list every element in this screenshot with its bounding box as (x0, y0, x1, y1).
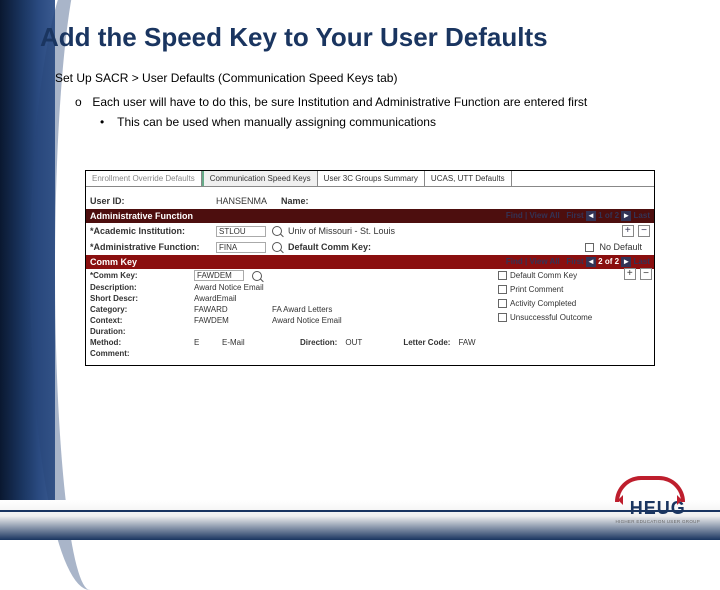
scroll-nav-2: Find | View All First ◄ 2 of 2 ► Last (506, 257, 650, 267)
no-default-checkbox[interactable] (585, 243, 594, 252)
bullet-marker: • (100, 115, 114, 129)
viewall-link[interactable]: View All (529, 257, 559, 266)
comm-key-label: *Comm Key: (90, 271, 186, 280)
record-position: 2 of 2 (598, 257, 619, 266)
logo-subtitle: HIGHER EDUCATION USER GROUP (615, 519, 700, 524)
viewall-link[interactable]: View All (529, 211, 559, 220)
find-link[interactable]: Find (506, 257, 523, 266)
prev-icon[interactable]: ◄ (586, 211, 596, 221)
admin-function-bar: Administrative Function (90, 211, 193, 221)
bullet-level-2: • This can be used when manually assigni… (100, 115, 720, 129)
admin-function-input[interactable]: FINA (216, 242, 266, 253)
delete-row-button[interactable]: − (638, 225, 650, 237)
unsuccessful-outcome-checkbox[interactable] (498, 313, 507, 322)
add-row-button[interactable]: + (624, 268, 636, 280)
letter-code-label: Letter Code: (403, 338, 450, 347)
description-value: Award Notice Email (194, 283, 264, 292)
prev-icon[interactable]: ◄ (586, 257, 596, 267)
short-descr-value: AwardEmail (194, 294, 264, 303)
context-desc: Award Notice Email (272, 316, 342, 325)
tab-strip: Enrollment Override Defaults Communicati… (86, 171, 654, 187)
find-link[interactable]: Find (506, 211, 523, 220)
last-link[interactable]: Last (634, 211, 650, 220)
tab-user-3c-groups[interactable]: User 3C Groups Summary (318, 171, 425, 186)
tab-comm-speed-keys[interactable]: Communication Speed Keys (202, 171, 318, 186)
heug-logo: HEUG HIGHER EDUCATION USER GROUP (615, 476, 700, 524)
letter-code-value: FAW (458, 338, 475, 347)
scroll-nav-1: Find | View All First ◄ 1 of 2 ► Last (506, 211, 650, 221)
bullet-level-1: o Each user will have to do this, be sur… (75, 95, 720, 109)
logo-arc-icon (615, 476, 685, 502)
academic-institution-desc: Univ of Missouri - St. Louis (288, 226, 395, 236)
next-icon[interactable]: ► (621, 211, 631, 221)
category-label: Category: (90, 305, 186, 314)
method-label: Method: (90, 338, 186, 347)
direction-value: OUT (345, 338, 375, 347)
academic-institution-label: *Academic Institution: (90, 226, 210, 236)
lookup-icon[interactable] (252, 271, 262, 281)
user-id-value: HANSENMA (216, 196, 267, 206)
short-descr-label: Short Descr: (90, 294, 186, 303)
app-screenshot: Enrollment Override Defaults Communicati… (85, 170, 655, 366)
print-comment-checkbox[interactable] (498, 285, 507, 294)
method-code: E (194, 338, 214, 347)
next-icon[interactable]: ► (621, 257, 631, 267)
comm-key-bar: Comm Key (90, 257, 137, 267)
description-label: Description: (90, 283, 186, 292)
add-row-button[interactable]: + (622, 225, 634, 237)
checkbox-group: Default Comm Key Print Comment Activity … (498, 269, 648, 281)
activity-completed-checkbox[interactable] (498, 299, 507, 308)
academic-institution-input[interactable]: STLOU (216, 226, 266, 237)
lookup-icon[interactable] (272, 226, 282, 236)
tab-enrollment-override[interactable]: Enrollment Override Defaults (86, 171, 202, 186)
delete-row-button[interactable]: − (640, 268, 652, 280)
slide-title: Add the Speed Key to Your User Defaults (0, 0, 720, 53)
context-label: Context: (90, 316, 186, 325)
tab-ucas-utt-defaults[interactable]: UCAS, UTT Defaults (425, 171, 512, 186)
first-link[interactable]: First (566, 211, 583, 220)
breadcrumb: Set Up SACR > User Defaults (Communicati… (55, 71, 720, 85)
comm-key-input[interactable]: FAWDEM (194, 270, 244, 281)
category-desc: FA Award Letters (272, 305, 332, 314)
duration-label: Duration: (90, 327, 186, 336)
method-desc: E-Mail (222, 338, 272, 347)
name-label: Name: (281, 196, 309, 206)
category-value: FAWARD (194, 305, 264, 314)
context-value: FAWDEM (194, 316, 264, 325)
comment-label: Comment: (90, 349, 186, 358)
bullet-marker: o (75, 95, 89, 109)
direction-label: Direction: (300, 338, 337, 347)
lookup-icon[interactable] (272, 242, 282, 252)
first-link[interactable]: First (566, 257, 583, 266)
last-link[interactable]: Last (634, 257, 650, 266)
user-id-label: User ID: (90, 196, 210, 206)
default-comm-key-label: Default Comm Key: (288, 242, 371, 252)
no-default-label: No Default (599, 242, 642, 252)
record-position: 1 of 2 (598, 211, 619, 220)
admin-function-label: *Administrative Function: (90, 242, 210, 252)
default-comm-key-checkbox[interactable] (498, 271, 507, 280)
